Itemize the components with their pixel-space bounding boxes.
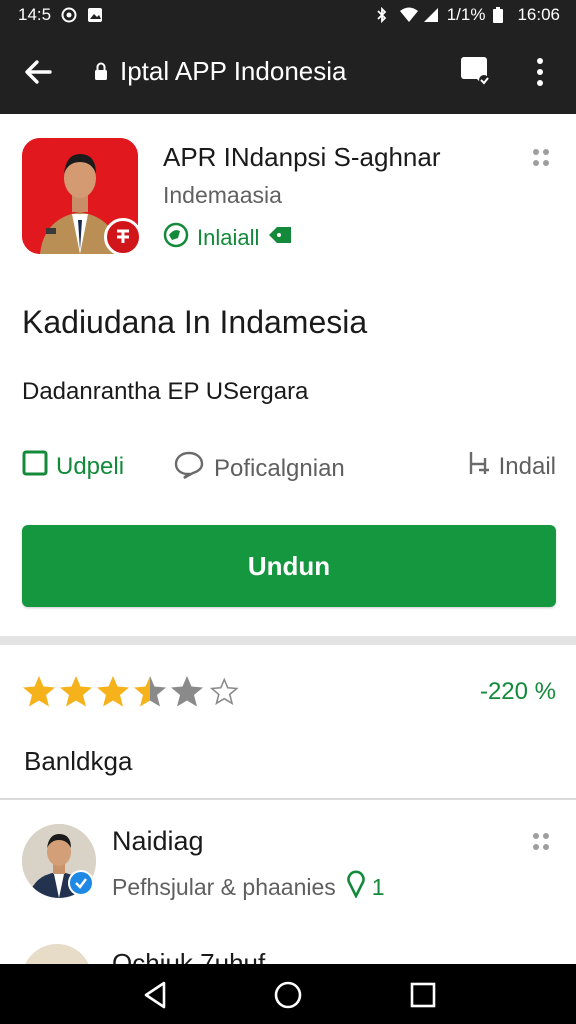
review-overflow-icon[interactable] xyxy=(528,830,556,854)
meta-item-b[interactable]: Poficalgnian xyxy=(174,450,345,487)
section-title: Banldkga xyxy=(24,746,133,776)
verified-badge-icon xyxy=(104,218,142,256)
thin-divider xyxy=(0,798,576,800)
reviewer-count-value: 1 xyxy=(371,873,385,900)
status-percent: 1/1% xyxy=(446,5,486,24)
share-icon xyxy=(467,450,491,483)
star-icon[interactable] xyxy=(96,674,130,710)
app-headline: Kadiudana In Indamesia xyxy=(22,304,368,340)
app-name: APR INdanpsi S-aghnar xyxy=(163,142,441,172)
nav-back-icon[interactable] xyxy=(140,980,170,1010)
star-rating[interactable] xyxy=(22,674,241,710)
star-icon[interactable] xyxy=(170,674,204,710)
review-item[interactable]: Naidiag Pefhsjular & phaanies 1 xyxy=(0,820,576,920)
lock-icon xyxy=(94,62,108,80)
battery-icon xyxy=(493,7,509,23)
verified-icon xyxy=(68,870,94,896)
badge-label: Inlaiall xyxy=(197,225,260,250)
section-divider xyxy=(0,636,576,645)
next-review-text: Ochiuk 7uhuf... xyxy=(112,948,287,964)
comment-icon xyxy=(174,450,204,487)
meta-item-b-label: Poficalgnian xyxy=(214,454,345,482)
meta-row: Udpeli Poficalgnian Indail xyxy=(22,450,556,482)
whatsapp-icon xyxy=(61,7,77,23)
overflow-icon[interactable] xyxy=(528,146,556,170)
app-bar: Iptal APP Indonesia xyxy=(0,32,576,114)
nav-home-icon[interactable] xyxy=(273,980,303,1010)
meta-item-a-label: Udpeli xyxy=(56,452,125,480)
nav-recents-icon[interactable] xyxy=(408,980,438,1010)
meta-item-c-label: Indail xyxy=(498,452,556,480)
developer-link[interactable]: Indemaasia xyxy=(163,182,282,209)
bluetooth-icon xyxy=(375,6,391,24)
wifi-icon xyxy=(399,7,418,23)
more-vert-icon[interactable] xyxy=(528,54,552,90)
status-bar: 14:5 1/1% 16:06 xyxy=(0,0,576,32)
star-icon[interactable] xyxy=(133,674,167,710)
rating-row: -220 % xyxy=(22,674,556,712)
reviewer-count: 1 xyxy=(346,870,385,904)
location-pin-icon xyxy=(346,870,366,904)
chat-icon[interactable] xyxy=(458,54,492,88)
checkbox-icon xyxy=(22,450,48,483)
meta-item-a[interactable]: Udpeli xyxy=(22,450,124,483)
install-button[interactable]: Undun xyxy=(22,525,556,607)
status-clock: 16:06 xyxy=(517,5,560,24)
app-badge: Inlaiall xyxy=(163,222,293,254)
reviewer-subtitle: Pefhsjular & phaanies 1 xyxy=(112,870,385,904)
reviewer-name: Naidiag xyxy=(112,826,204,856)
reviewer-subtitle-text: Pefhsjular & phaanies xyxy=(112,873,336,900)
back-arrow-icon[interactable] xyxy=(20,54,56,90)
star-icon[interactable] xyxy=(22,674,56,710)
star-icon[interactable] xyxy=(207,674,241,710)
image-icon xyxy=(87,7,103,23)
rating-percent: -220 % xyxy=(479,678,556,705)
star-icon[interactable] xyxy=(59,674,93,710)
globe-check-icon xyxy=(163,222,189,254)
next-review-item[interactable]: Ochiuk 7uhuf... xyxy=(0,940,576,964)
meta-item-c[interactable]: Indail xyxy=(467,450,556,483)
app-subline: Dadanrantha EP USergara xyxy=(22,378,309,405)
system-nav-bar xyxy=(0,964,576,1024)
status-time: 14:5 xyxy=(18,5,52,24)
signal-icon xyxy=(423,7,439,23)
avatar[interactable] xyxy=(22,944,92,964)
page-title: Iptal APP Indonesia xyxy=(120,56,347,86)
tag-icon xyxy=(267,225,293,251)
